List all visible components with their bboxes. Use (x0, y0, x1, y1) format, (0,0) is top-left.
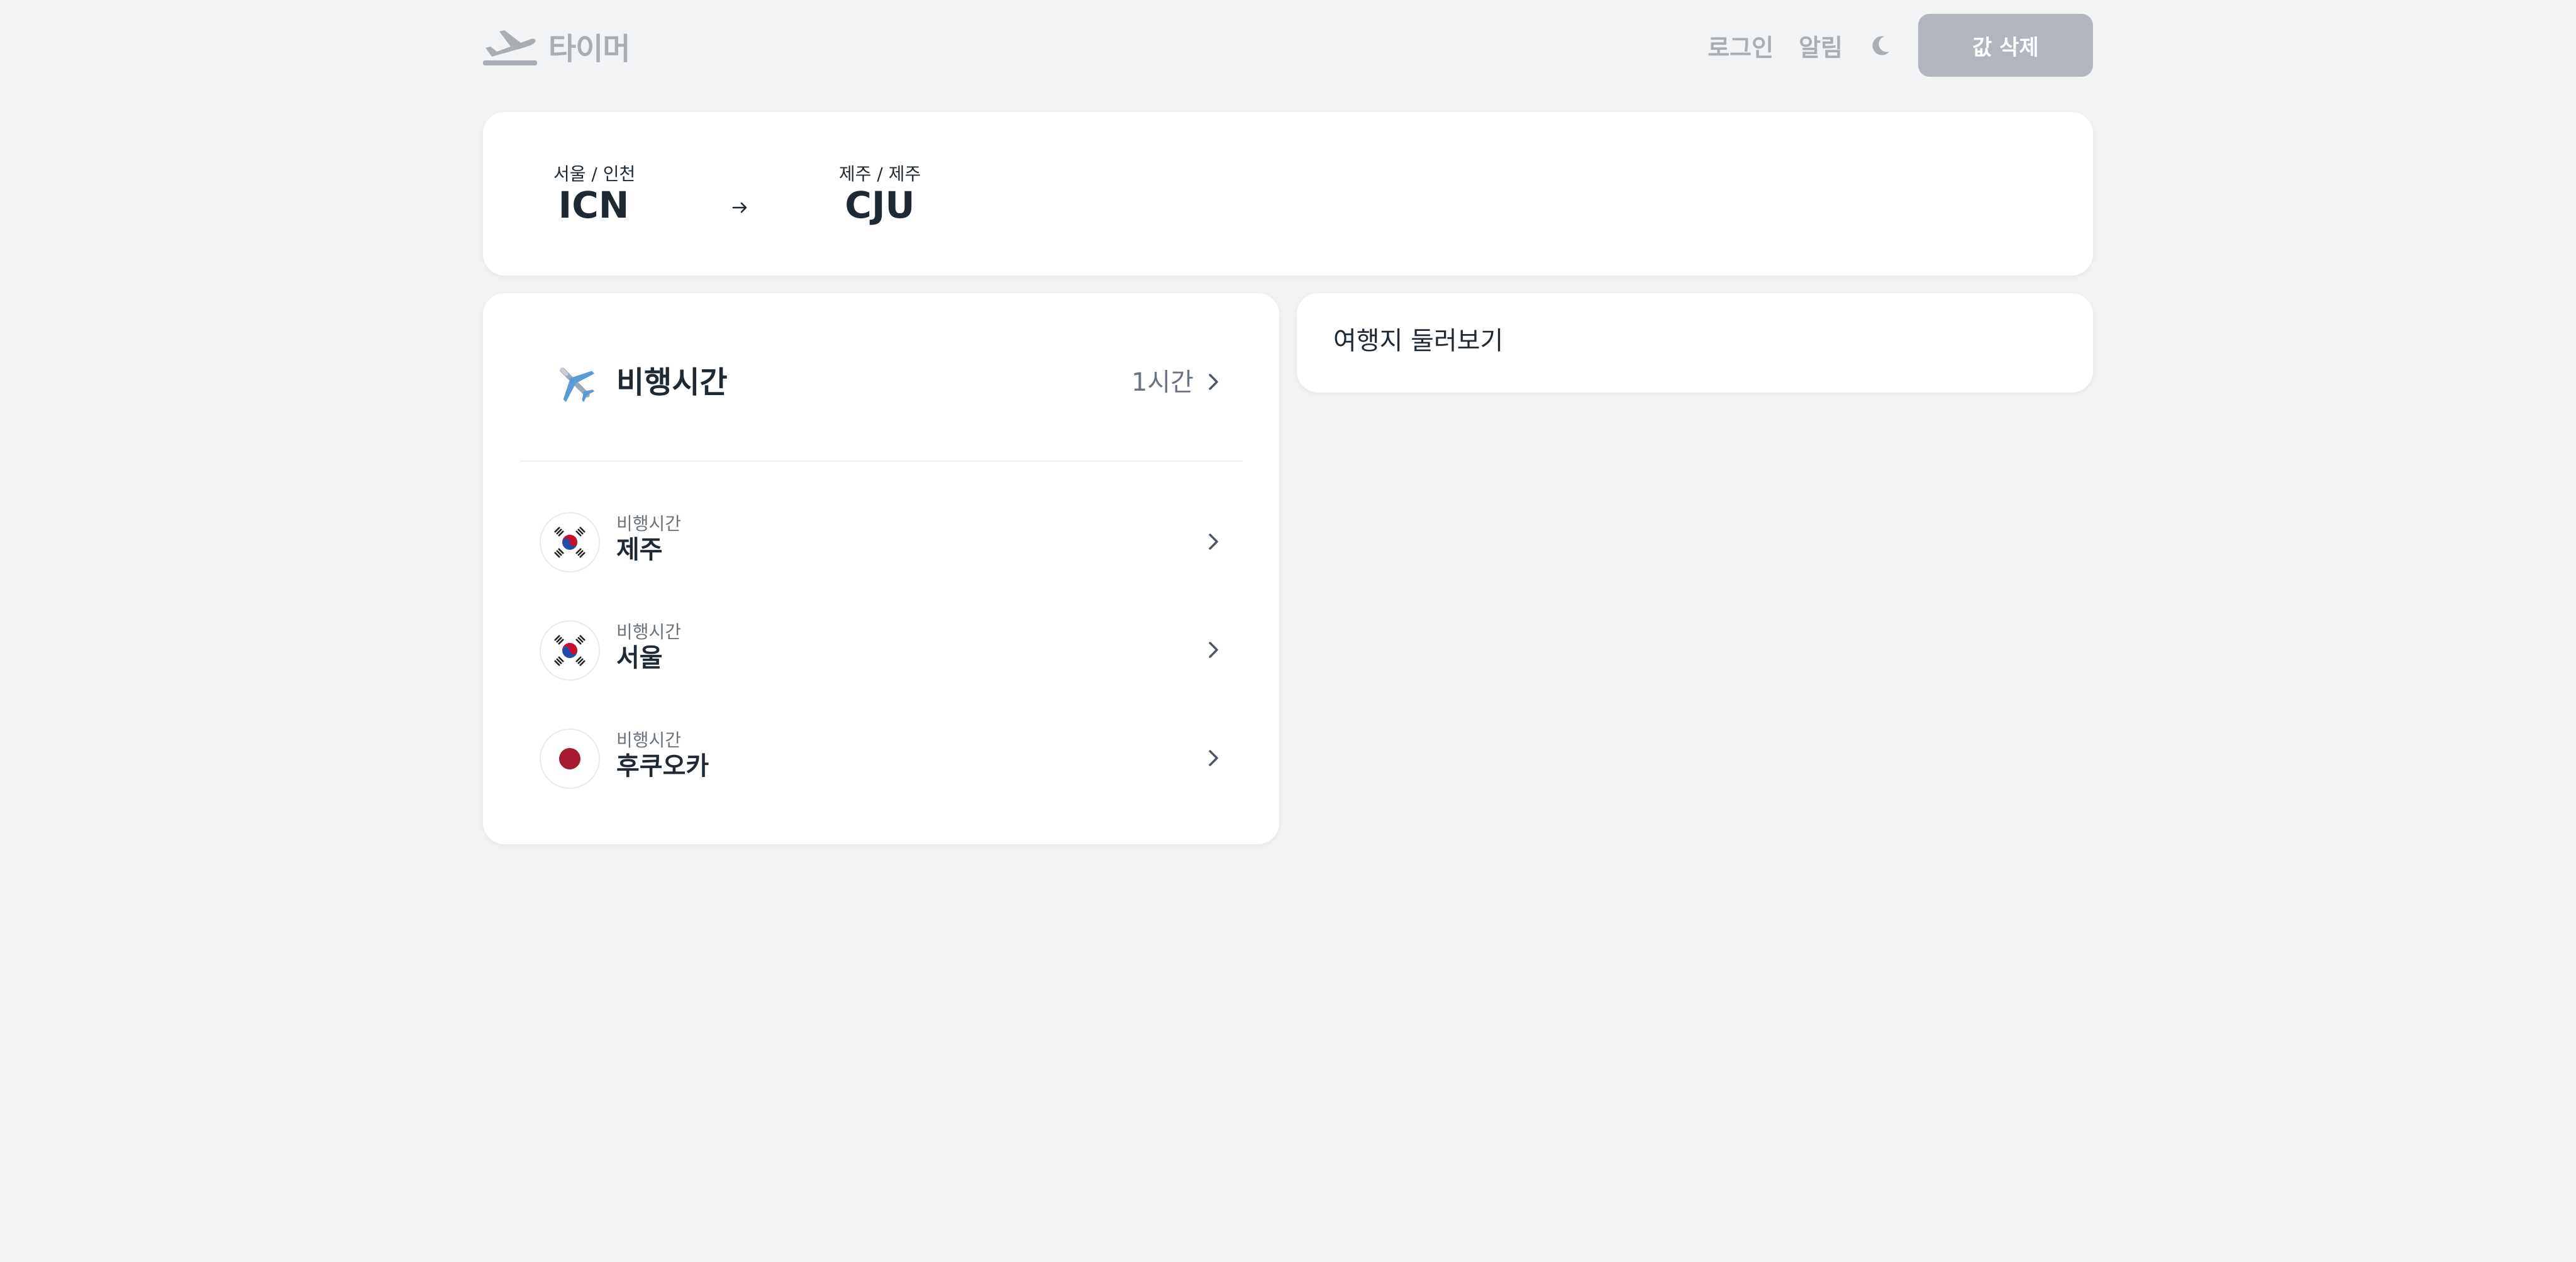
list-item-subtitle: 비행시간 (616, 622, 682, 642)
chevron-right-icon (1202, 531, 1224, 552)
destination-city: 제주 / 제주 (839, 164, 921, 184)
chevron-right-icon (1202, 747, 1224, 769)
flight-time-value: 1시간 (1131, 368, 1194, 397)
login-link[interactable]: 로그인 (1707, 28, 1774, 63)
explore-destinations-title: 여행지 둘러보기 (1333, 327, 1504, 355)
destination-airport[interactable]: 제주 / 제주 CJU (839, 164, 921, 225)
list-item-fukuoka[interactable]: 비행시간 후쿠오카 (483, 717, 1279, 793)
flight-time-card: 비행시간 1시간 비행시간 제주 비행시간 서울 비행시간 후쿠오카 (483, 293, 1279, 844)
logo[interactable]: 타이머 (483, 24, 630, 68)
divider (519, 461, 1243, 462)
origin-code: ICN (558, 184, 630, 226)
list-item-seoul[interactable]: 비행시간 서울 (483, 609, 1279, 684)
explore-destinations-card[interactable]: 여행지 둘러보기 (1297, 293, 2093, 393)
arrow-right-icon (727, 195, 752, 220)
list-item-jeju[interactable]: 비행시간 제주 (483, 501, 1279, 576)
chevron-right-icon (1202, 371, 1224, 393)
list-item-subtitle: 비행시간 (616, 513, 682, 534)
clear-values-button[interactable]: 값 삭제 (1918, 14, 2093, 77)
flight-time-title: 비행시간 (616, 365, 728, 400)
japan-flag-icon (540, 729, 600, 789)
south-korea-flag-icon (540, 620, 600, 681)
app-name: 타이머 (548, 31, 630, 67)
list-item-name: 후쿠오카 (616, 752, 709, 781)
destination-code: CJU (845, 184, 915, 226)
list-item-subtitle: 비행시간 (616, 730, 682, 751)
moon-icon[interactable] (1868, 33, 1893, 58)
origin-city: 서울 / 인천 (553, 164, 636, 184)
south-korea-flag-icon (540, 512, 600, 572)
plane-takeoff-icon (483, 25, 537, 67)
route-card: 서울 / 인천 ICN 제주 / 제주 CJU (483, 112, 2093, 276)
list-item-name: 서울 (616, 644, 663, 673)
airplane-icon (551, 359, 599, 406)
header: 타이머 로그인 알림 값 삭제 (483, 14, 2093, 77)
chevron-right-icon (1202, 639, 1224, 661)
flight-time-header[interactable]: 비행시간 1시간 (483, 293, 1279, 461)
header-actions: 로그인 알림 값 삭제 (1707, 14, 2093, 77)
origin-airport[interactable]: 서울 / 인천 ICN (553, 164, 636, 226)
list-item-name: 제주 (616, 535, 663, 564)
notifications-link[interactable]: 알림 (1799, 28, 1843, 63)
